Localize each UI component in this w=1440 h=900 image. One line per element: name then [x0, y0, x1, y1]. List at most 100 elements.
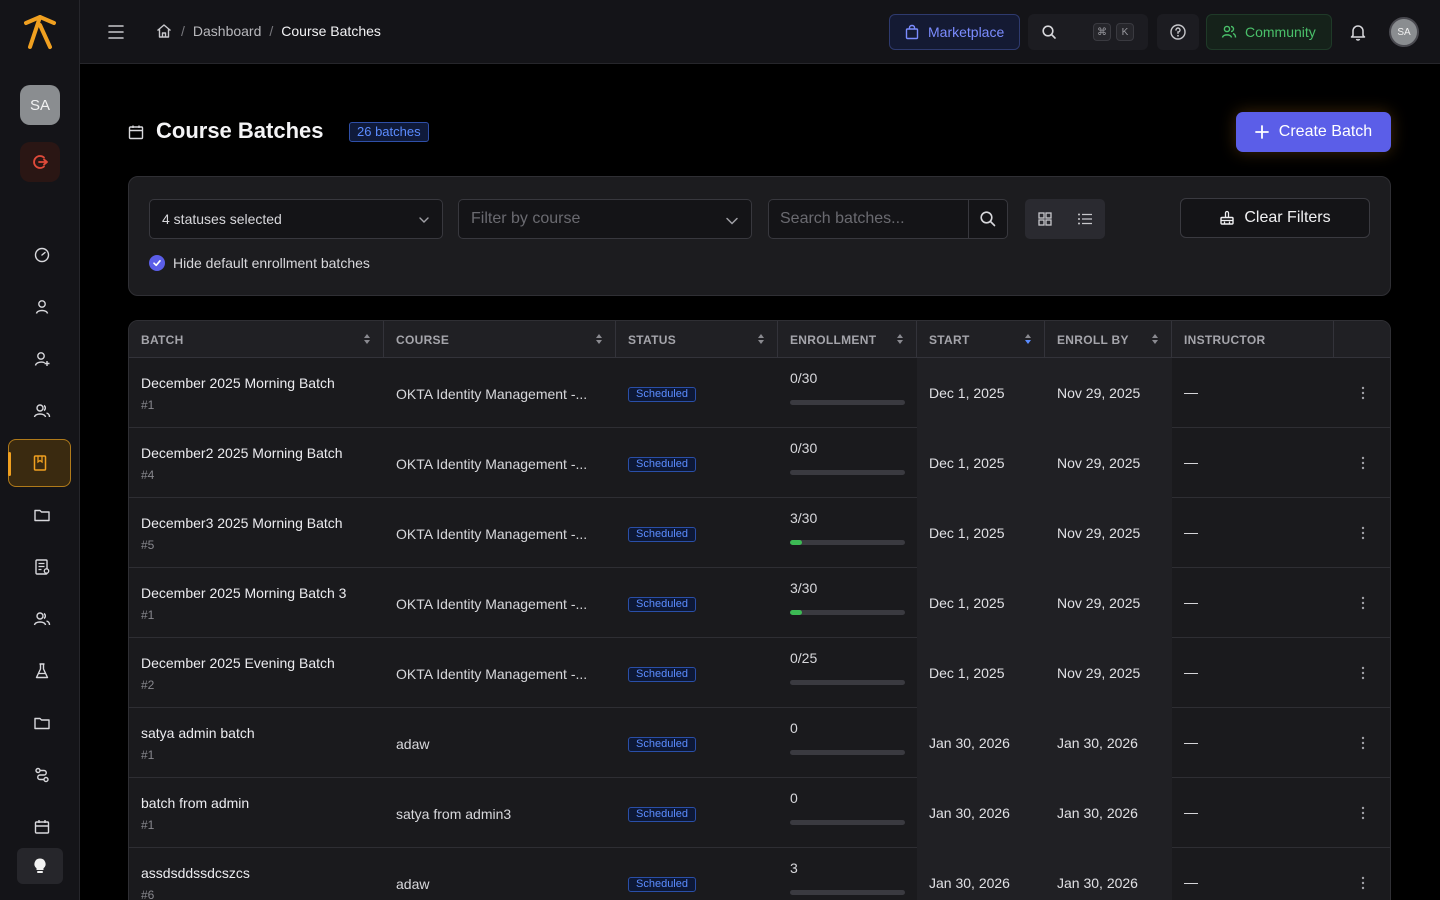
sidebar-item-user-add[interactable] [22, 339, 62, 379]
sidebar-item-course-batches[interactable] [8, 439, 71, 487]
enroll-by-date: Jan 30, 2026 [1057, 805, 1138, 821]
hide-default-checkbox[interactable] [149, 255, 165, 271]
row-actions-button[interactable] [1357, 665, 1369, 681]
breadcrumb-home[interactable] [155, 22, 173, 40]
sidebar-item-labs[interactable] [22, 651, 62, 691]
create-batch-button[interactable]: Create Batch [1236, 112, 1391, 152]
sidebar-item-files[interactable] [22, 703, 62, 743]
grid-icon [1038, 212, 1052, 226]
enroll-by-date: Nov 29, 2025 [1057, 595, 1141, 611]
instructor-name: — [1184, 384, 1198, 400]
table-row[interactable]: December 2025 Morning Batch #1 OKTA Identi… [129, 358, 1390, 428]
batch-name[interactable]: satya admin batch [141, 725, 255, 741]
hide-default-row: Hide default enrollment batches [149, 255, 370, 271]
enrollment-progress-bar [790, 820, 905, 825]
user-icon [35, 300, 49, 314]
batch-name[interactable]: December 2025 Morning Batch 3 [141, 585, 346, 601]
col-header-enrollment[interactable]: ENROLLMENT [778, 321, 917, 358]
tips-button[interactable] [17, 848, 63, 884]
row-actions-button[interactable] [1357, 735, 1369, 751]
col-header-start[interactable]: START [917, 321, 1045, 358]
grid-view-button[interactable] [1025, 199, 1065, 239]
status-badge: Scheduled [628, 387, 696, 402]
batch-name[interactable]: batch from admin [141, 795, 249, 811]
col-header-enrollment-label: ENROLLMENT [790, 332, 877, 347]
table-row[interactable]: December 2025 Morning Batch 3 #1 OKTA Iden… [129, 568, 1390, 638]
global-search-button[interactable]: ⌘ K [1028, 14, 1148, 50]
enrollment-progress-fill [790, 540, 802, 545]
filter-panel: 4 statuses selected Filter by course Cle… [128, 176, 1391, 296]
community-label: Community [1245, 24, 1316, 40]
breadcrumb-dashboard[interactable]: Dashboard [193, 23, 262, 39]
course-name: OKTA Identity Management -... [396, 596, 588, 612]
home-icon [157, 24, 171, 38]
sidebar-item-users[interactable] [22, 391, 62, 431]
menu-toggle-button[interactable] [107, 22, 125, 42]
community-button[interactable]: Community [1206, 14, 1332, 50]
table-row[interactable]: December3 2025 Morning Batch #5 OKTA Ident… [129, 498, 1390, 568]
plus-icon [1254, 125, 1269, 139]
batch-count-badge: 26 batches [349, 122, 429, 142]
batch-search-button[interactable] [968, 200, 1007, 238]
logout-button[interactable] [20, 142, 60, 182]
batch-name[interactable]: assdsddssdcszcs [141, 865, 250, 881]
sidebar-item-paths[interactable] [22, 755, 62, 795]
status-filter-select[interactable]: 4 statuses selected [149, 199, 443, 239]
sidebar-item-calendar[interactable] [22, 806, 62, 836]
table-row[interactable]: satya admin batch #1 adaw Scheduled 0 Jan 30,… [129, 708, 1390, 778]
batch-name[interactable]: December3 2025 Morning Batch [141, 515, 343, 531]
table-row[interactable]: December2 2025 Morning Batch #4 OKTA Ident… [129, 428, 1390, 498]
sidebar-item-certificates[interactable] [22, 547, 62, 587]
course-filter-select[interactable]: Filter by course [458, 199, 752, 239]
user-avatar[interactable]: SA [1389, 17, 1419, 47]
col-header-start-label: START [929, 332, 970, 347]
sidebar-avatar[interactable]: SA [20, 85, 60, 125]
batch-search-input[interactable] [769, 200, 969, 238]
col-header-instructor: INSTRUCTOR [1172, 321, 1334, 358]
status-badge: Scheduled [628, 667, 696, 682]
row-actions-button[interactable] [1357, 385, 1369, 401]
create-batch-label: Create Batch [1278, 123, 1373, 140]
logout-icon [33, 155, 48, 169]
row-actions-button[interactable] [1357, 595, 1369, 611]
list-view-button[interactable] [1065, 199, 1105, 239]
breadcrumb-current: Course Batches [281, 23, 381, 39]
table-header: BATCH COURSE STATUS ENROLLMENT START ENR… [129, 321, 1390, 358]
table-row[interactable]: assdsddssdcszcs #6 adaw Scheduled 3 Jan 30, 2… [129, 848, 1390, 900]
sidebar-item-team[interactable] [22, 599, 62, 639]
course-name: adaw [396, 876, 430, 892]
row-actions-button[interactable] [1357, 875, 1369, 891]
app-logo[interactable] [22, 13, 58, 51]
enroll-by-date: Nov 29, 2025 [1057, 665, 1141, 681]
search-icon [1042, 25, 1056, 39]
batch-name[interactable]: December 2025 Evening Batch [141, 655, 335, 671]
row-actions-button[interactable] [1357, 805, 1369, 821]
row-actions-button[interactable] [1357, 455, 1369, 471]
sidebar-item-dashboard[interactable] [22, 235, 62, 275]
col-header-course[interactable]: COURSE [384, 321, 616, 358]
table-row[interactable]: batch from admin #1 satya from admin3 Sched… [129, 778, 1390, 848]
enrollment-progress-bar [790, 400, 905, 405]
marketplace-button[interactable]: Marketplace [889, 14, 1020, 50]
enroll-by-date: Nov 29, 2025 [1057, 385, 1141, 401]
status-badge: Scheduled [628, 527, 696, 542]
table-row[interactable]: December 2025 Evening Batch #2 OKTA Identi… [129, 638, 1390, 708]
col-header-enroll-by[interactable]: ENROLL BY [1045, 321, 1172, 358]
col-header-status-label: STATUS [628, 332, 677, 347]
clear-filters-button[interactable]: Clear Filters [1180, 198, 1370, 238]
col-header-status[interactable]: STATUS [616, 321, 778, 358]
batch-name[interactable]: December 2025 Morning Batch [141, 375, 335, 391]
help-button[interactable] [1157, 14, 1199, 50]
course-filter-placeholder: Filter by course [471, 210, 581, 227]
folder-icon [34, 717, 50, 730]
batch-name[interactable]: December2 2025 Morning Batch [141, 445, 343, 461]
notifications-button[interactable] [1348, 22, 1368, 42]
row-actions-button[interactable] [1357, 525, 1369, 541]
batch-id: #1 [141, 398, 155, 412]
col-header-batch[interactable]: BATCH [129, 321, 384, 358]
enrollment-progress-bar [790, 540, 905, 545]
sidebar-item-user[interactable] [22, 287, 62, 327]
enrollment-progress-bar [790, 680, 905, 685]
sidebar-item-folder[interactable] [22, 495, 62, 535]
calendar-icon [34, 820, 50, 834]
